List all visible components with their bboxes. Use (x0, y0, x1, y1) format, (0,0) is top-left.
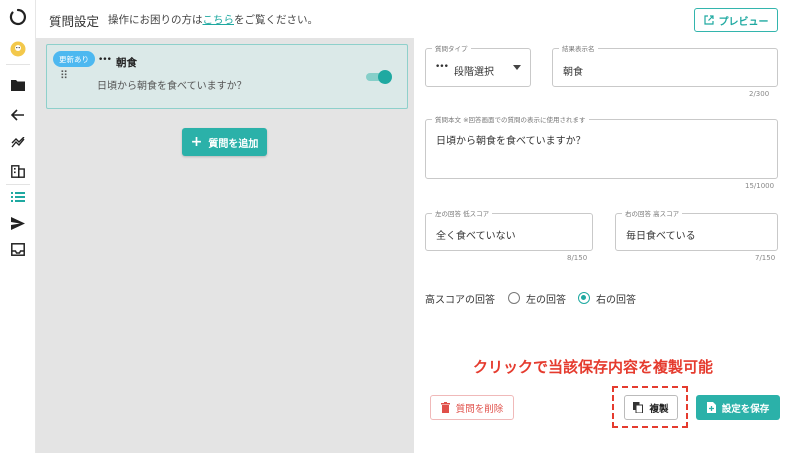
question-body-value: 日頃から朝食を食べていますか？ (436, 136, 586, 147)
help-link[interactable]: こちら (203, 14, 235, 26)
save-settings-label: 設定を保存 (721, 403, 770, 415)
question-type-label: 質問タイプ (432, 43, 471, 53)
result-name-value: 朝食 (563, 67, 583, 78)
result-name-field[interactable]: 結果表示名 朝食 (552, 43, 778, 87)
question-type-icon: ••• (98, 55, 112, 65)
send-icon[interactable] (9, 214, 27, 232)
right-answer-field[interactable]: 右の回答 高スコア 毎日食べている (615, 208, 778, 251)
building-icon[interactable] (9, 162, 27, 180)
left-answer-counter: 8/150 (567, 254, 588, 262)
folder-icon[interactable] (9, 76, 27, 94)
question-text: 日頃から朝食を食べていますか？ (97, 81, 247, 92)
left-answer-label: 左の回答 低スコア (432, 208, 493, 218)
inbox-icon[interactable] (9, 240, 27, 258)
chevron-down-icon (513, 65, 521, 70)
header: 質問設定 操作にお困りの方はこちらをご覧ください。 プレビュー (36, 0, 800, 38)
duplicate-label: 複製 (649, 403, 669, 415)
drag-handle-icon[interactable]: ⠿ (60, 70, 68, 81)
delete-question-label: 質問を削除 (455, 403, 504, 415)
left-answer-field[interactable]: 左の回答 低スコア 全く食べていない (425, 208, 593, 251)
right-answer-label: 右の回答 高スコア (622, 208, 683, 218)
avatar[interactable] (9, 40, 27, 58)
annotation-callout: クリックで当該保存内容を複製可能 (473, 358, 714, 376)
radio-right-label[interactable]: 右の回答 (596, 291, 636, 306)
question-name: 朝食 (116, 57, 137, 69)
save-settings-button[interactable]: 設定を保存 (696, 395, 780, 420)
question-body-label: 質問本文 ※回答画面での質問の表示に使用されます (432, 114, 589, 124)
radio-right-answer[interactable] (578, 292, 590, 304)
list-icon[interactable] (9, 188, 27, 206)
add-question-button[interactable]: + 質問を追加 (182, 128, 267, 156)
question-body-counter: 15/1000 (745, 182, 775, 190)
right-answer-value: 毎日食べている (626, 231, 696, 242)
page-title: 質問設定 (49, 14, 100, 29)
plus-icon: + (190, 134, 203, 150)
add-question-label: 質問を追加 (208, 138, 259, 150)
copy-icon (633, 402, 644, 413)
scale-icon: ••• (435, 62, 449, 72)
trash-icon (440, 402, 450, 413)
preview-button[interactable]: プレビュー (694, 8, 778, 32)
question-body-textarea[interactable]: 質問本文 ※回答画面での質問の表示に使用されます 日頃から朝食を食べていますか？ (425, 114, 778, 179)
app-logo-icon[interactable] (9, 8, 27, 26)
left-answer-value: 全く食べていない (436, 231, 516, 242)
question-enabled-toggle[interactable] (366, 70, 392, 84)
question-type-select[interactable]: 質問タイプ ••• 段階選択 (425, 43, 531, 87)
right-answer-counter: 7/150 (755, 254, 776, 262)
high-score-label: 高スコアの回答 (425, 294, 495, 306)
status-badge: 更新あり (53, 51, 95, 67)
high-score-radio-group: 高スコアの回答 左の回答 右の回答 (425, 291, 636, 306)
trending-icon[interactable] (9, 134, 27, 152)
open-external-icon (703, 15, 714, 25)
preview-label: プレビュー (718, 16, 769, 28)
side-rail (0, 0, 36, 453)
question-list-panel: 更新あり ••• 朝食 ⠿ 日頃から朝食を食べていますか？ + 質問を追加 (36, 38, 414, 453)
radio-left-label[interactable]: 左の回答 (526, 291, 566, 306)
result-name-label: 結果表示名 (559, 43, 598, 53)
delete-question-button[interactable]: 質問を削除 (430, 395, 514, 420)
question-card[interactable]: 更新あり ••• 朝食 ⠿ 日頃から朝食を食べていますか？ (46, 44, 408, 109)
save-file-icon (706, 402, 716, 413)
result-name-counter: 2/300 (749, 90, 770, 98)
help-text: 操作にお困りの方はこちらをご覧ください。 (108, 14, 318, 26)
radio-left-answer[interactable] (508, 292, 520, 304)
duplicate-button[interactable]: 複製 (624, 395, 678, 420)
question-type-value: 段階選択 (454, 67, 494, 78)
arrow-left-icon[interactable] (9, 106, 27, 124)
